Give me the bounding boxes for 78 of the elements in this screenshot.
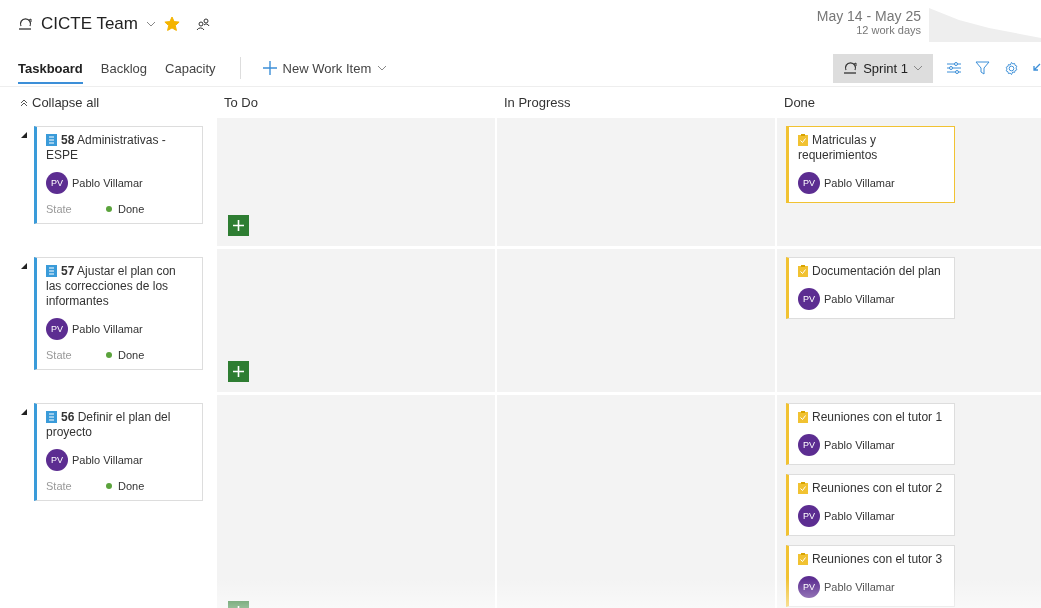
sprint-dates: May 14 - May 25: [816, 8, 921, 24]
assignee-name: Pablo Villamar: [72, 323, 143, 335]
assignee-name: Pablo Villamar: [824, 293, 895, 305]
new-work-item-button[interactable]: New Work Item: [256, 59, 394, 77]
tab[interactable]: Capacity: [165, 52, 216, 84]
work-item-card[interactable]: 57 Ajustar el plan con las correcciones de los informantes PV Pablo Villamar State Done: [34, 257, 203, 370]
avatar: PV: [46, 172, 68, 194]
plus-icon: [233, 366, 244, 377]
plus-icon: [262, 61, 277, 75]
task-card[interactable]: Documentación del plan PV Pablo Villamar: [786, 257, 955, 319]
task-card[interactable]: Matriculas y requerimientos PV Pablo Villamar: [786, 126, 955, 203]
clipboard-check-icon: [798, 411, 808, 423]
assignee-name: Pablo Villamar: [72, 454, 143, 466]
avatar: PV: [798, 505, 820, 527]
assignee-name: Pablo Villamar: [824, 439, 895, 451]
settings-sliders-icon[interactable]: [947, 61, 961, 75]
star-icon[interactable]: [164, 16, 180, 32]
sprint-picker[interactable]: Sprint 1: [833, 53, 933, 83]
team-members-icon[interactable]: [196, 17, 210, 31]
avatar: PV: [798, 576, 820, 598]
work-item-title: 58 Administrativas - ESPE: [46, 133, 167, 163]
column-header: To Do: [223, 95, 259, 110]
state-value: Done: [118, 349, 145, 361]
task-card[interactable]: Reuniones con el tutor 2 PV Pablo Villamar: [786, 474, 955, 536]
clipboard-check-icon: [798, 265, 808, 277]
state-label: State: [46, 480, 73, 492]
double-chevron-up-icon: [20, 98, 28, 107]
add-task-button[interactable]: [228, 361, 249, 382]
expand-triangle-icon[interactable]: [21, 263, 27, 269]
avatar: PV: [798, 434, 820, 456]
tab[interactable]: Backlog: [100, 52, 148, 84]
work-item-title: 56 Definir el plan del proyecto: [46, 410, 172, 440]
chevron-down-icon: [377, 65, 388, 71]
expand-triangle-icon[interactable]: [21, 132, 27, 138]
filter-icon[interactable]: [975, 61, 990, 75]
settings-icon[interactable]: [1004, 60, 1019, 76]
state-value: Done: [118, 480, 145, 492]
task-card[interactable]: Reuniones con el tutor 1 PV Pablo Villamar: [786, 403, 955, 465]
state-value: Done: [118, 203, 145, 215]
avatar: PV: [798, 288, 820, 310]
collapse-arrow-icon[interactable]: [1033, 63, 1041, 73]
add-task-button[interactable]: [228, 215, 249, 236]
assignee-name: Pablo Villamar: [72, 177, 143, 189]
plus-icon: [233, 220, 244, 231]
task-card[interactable]: Reuniones con el tutor 3 PV Pablo Villamar: [786, 545, 955, 607]
clipboard-check-icon: [798, 134, 808, 146]
avatar: PV: [46, 449, 68, 471]
work-item-card[interactable]: 58 Administrativas - ESPE PV Pablo Villamar State Done: [34, 126, 203, 224]
task-title: Reuniones con el tutor 2: [798, 481, 946, 496]
assignee-name: Pablo Villamar: [824, 177, 895, 189]
sprint-icon: [18, 17, 33, 31]
state-label: State: [46, 203, 73, 215]
expand-triangle-icon[interactable]: [21, 409, 27, 415]
collapse-all-button[interactable]: Collapse all: [0, 94, 215, 111]
task-title: Matriculas y requerimientos: [798, 133, 879, 163]
sprint-icon: [843, 61, 859, 75]
assignee-name: Pablo Villamar: [824, 581, 895, 593]
chevron-down-icon: [913, 65, 923, 71]
column-header: Done: [783, 95, 817, 110]
task-title: Documentación del plan: [798, 264, 946, 279]
chevron-down-icon: [146, 21, 156, 27]
column-header: In Progress: [503, 95, 572, 110]
task-title: Reuniones con el tutor 1: [798, 410, 946, 425]
clipboard-check-icon: [798, 553, 808, 565]
work-item-card[interactable]: 56 Definir el plan del proyecto PV Pablo Villamar State Done: [34, 403, 203, 501]
work-item-title: 57 Ajustar el plan con las correcciones de los informantes: [46, 264, 177, 309]
team-name[interactable]: CICTE Team: [41, 14, 138, 34]
backlog-item-icon: [46, 134, 57, 146]
clipboard-check-icon: [798, 482, 808, 494]
avatar: PV: [46, 318, 68, 340]
avatar: PV: [798, 172, 820, 194]
task-title: Reuniones con el tutor 3: [798, 552, 946, 567]
backlog-item-icon: [46, 411, 57, 423]
backlog-item-icon: [46, 265, 57, 277]
assignee-name: Pablo Villamar: [824, 510, 895, 522]
tab[interactable]: Taskboard: [18, 52, 83, 84]
state-label: State: [46, 349, 73, 361]
work-days: 12 work days: [856, 24, 921, 36]
